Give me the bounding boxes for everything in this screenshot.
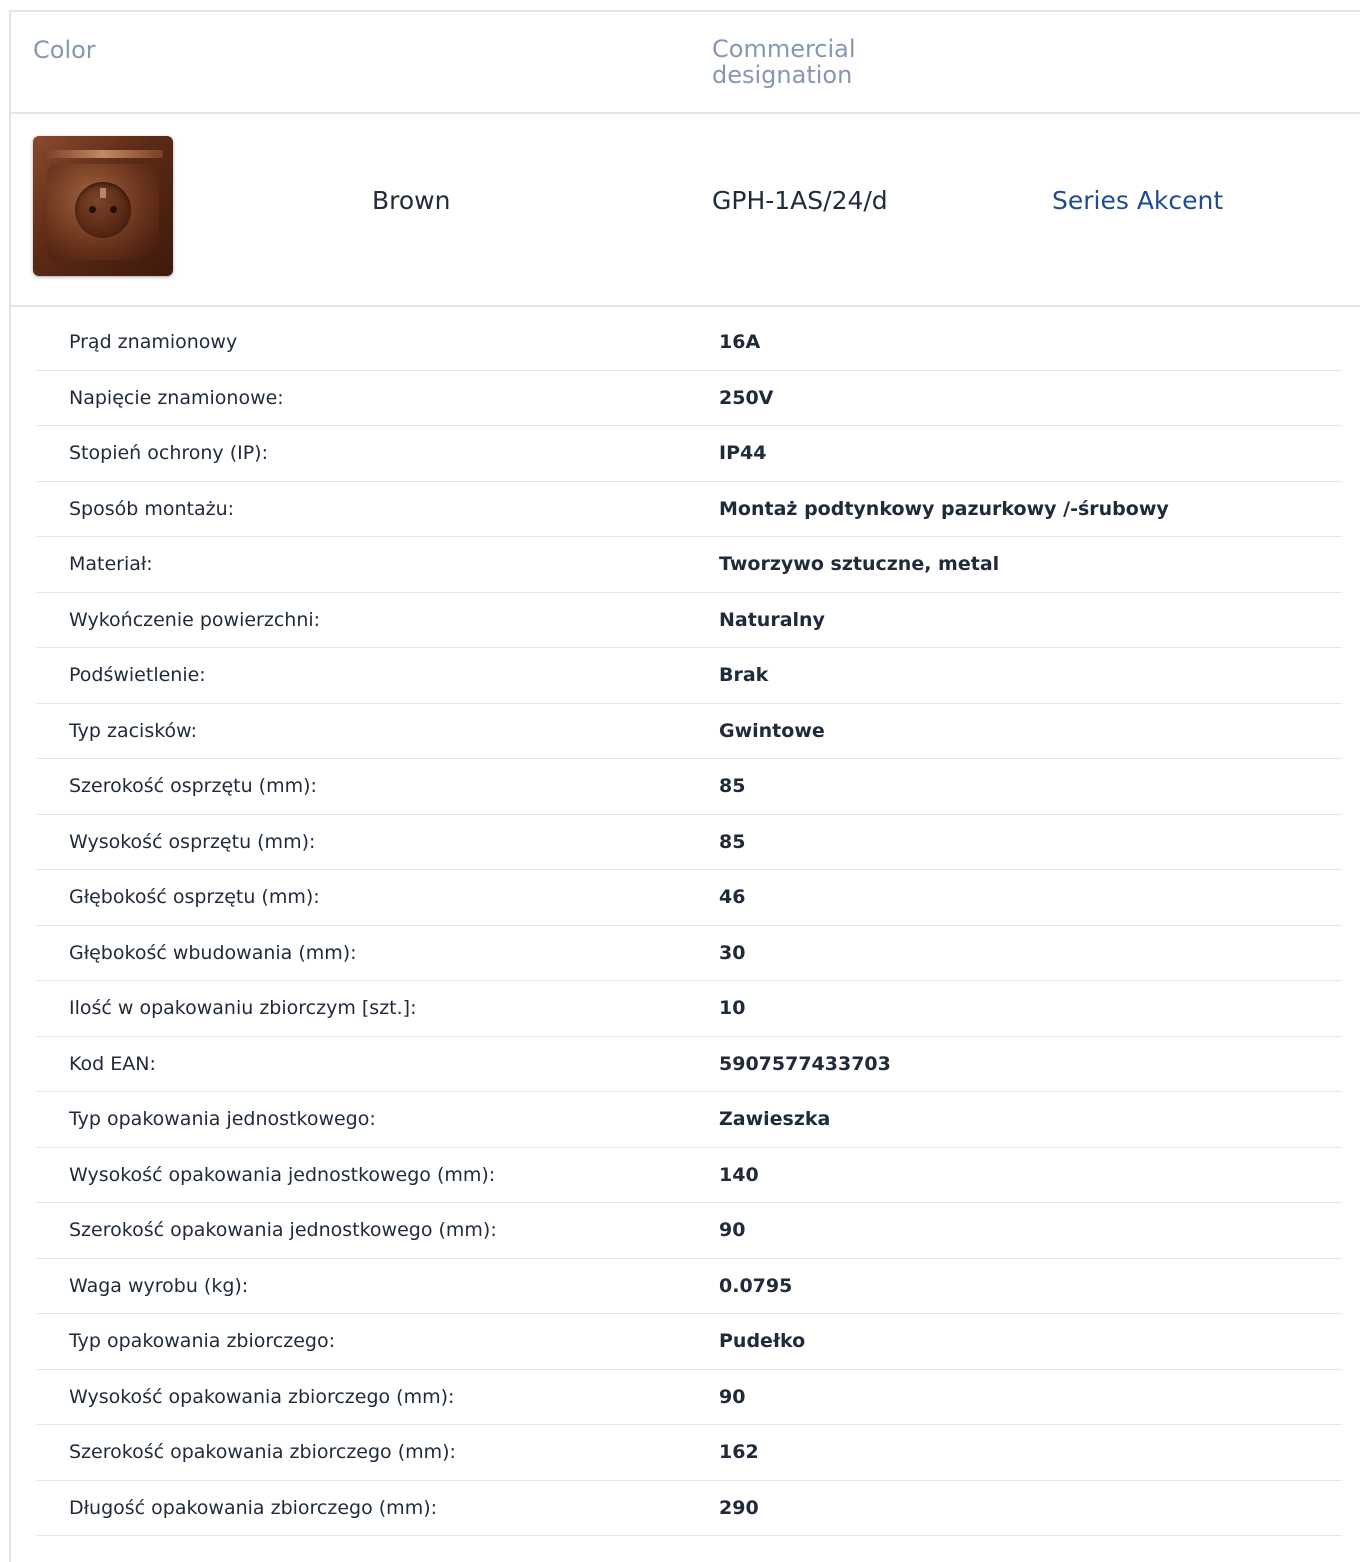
spec-value: 85 (719, 830, 746, 853)
spec-label: Wysokość opakowania jednostkowego (mm): (69, 1163, 496, 1186)
spec-row: Głębokość wbudowania (mm): 30 (36, 926, 1341, 981)
spec-label: Stopień ochrony (IP): (69, 442, 268, 464)
spec-label: Materiał: (69, 553, 153, 575)
spec-value: 5907577433703 (719, 1052, 891, 1075)
spec-value: 290 (719, 1496, 759, 1519)
spec-row: Typ zacisków: Gwintowe (36, 704, 1341, 759)
spec-value: Pudełko (719, 1330, 806, 1352)
spec-value: Naturalny (719, 608, 825, 631)
spec-label: Długość opakowania zbiorczego (mm): (69, 1496, 438, 1519)
spec-label: Typ opakowania zbiorczego: (69, 1330, 335, 1352)
spec-value: 250V (719, 386, 774, 409)
color-column-header: Color (33, 36, 96, 64)
spec-row: Napięcie znamionowe: 250V (36, 371, 1341, 426)
spec-label: Głębokość osprzętu (mm): (69, 886, 320, 908)
spec-value: 0.0795 (719, 1274, 793, 1297)
spec-label: Napięcie znamionowe: (69, 386, 284, 409)
spec-row: Waga wyrobu (kg): 0.0795 (36, 1259, 1341, 1314)
spec-row: Ilość w opakowaniu zbiorczym [szt.]: 10 (36, 981, 1341, 1037)
spec-label: Typ zacisków: (69, 719, 198, 742)
commercial-designation-header: Commercial designation (712, 35, 856, 89)
spec-label: Prąd znamionowy (69, 331, 238, 353)
product-designation: GPH-1AS/24/d (712, 186, 888, 215)
spec-list: Prąd znamionowy 16A Napięcie znamionowe: 25… (36, 315, 1341, 1536)
spec-value: Gwintowe (719, 719, 825, 742)
product-color-name: Brown (372, 186, 451, 215)
spec-value: 90 (719, 1385, 746, 1408)
table-header: Color Commercial designation (11, 12, 1360, 114)
spec-row: Długość opakowania zbiorczego (mm): 290 (36, 1481, 1341, 1536)
spec-row: Szerokość osprzętu (mm): 85 (36, 759, 1341, 815)
spec-row: Wykończenie powierzchni: Naturalny (36, 593, 1341, 648)
spec-label: Szerokość osprzętu (mm): (69, 775, 317, 797)
spec-value: Tworzywo sztuczne, metal (719, 553, 1000, 575)
spec-label: Wysokość opakowania zbiorczego (mm): (69, 1385, 455, 1408)
spec-value: 10 (719, 997, 746, 1019)
spec-value: 30 (719, 941, 746, 964)
socket-thumbnail-icon (33, 136, 173, 276)
spec-label: Sposób montażu: (69, 497, 235, 520)
spec-value: 16A (719, 331, 761, 353)
spec-value: Zawieszka (719, 1108, 831, 1130)
spec-label: Ilość w opakowaniu zbiorczym [szt.]: (69, 997, 417, 1019)
spec-value: 90 (719, 1219, 746, 1241)
spec-value: 162 (719, 1441, 759, 1463)
spec-label: Waga wyrobu (kg): (69, 1274, 249, 1297)
spec-label: Podświetlenie: (69, 664, 206, 686)
spec-value: Montaż podtynkowy pazurkowy /-śrubowy (719, 497, 1169, 520)
spec-row: Głębokość osprzętu (mm): 46 (36, 870, 1341, 926)
spec-label: Wysokość osprzętu (mm): (69, 830, 316, 853)
spec-label: Wykończenie powierzchni: (69, 608, 321, 631)
spec-label: Szerokość opakowania zbiorczego (mm): (69, 1441, 456, 1463)
spec-label: Kod EAN: (69, 1052, 156, 1075)
spec-row: Prąd znamionowy 16A (36, 315, 1341, 371)
spec-row: Typ opakowania jednostkowego: Zawieszka (36, 1092, 1341, 1148)
spec-row: Wysokość osprzętu (mm): 85 (36, 815, 1341, 870)
spec-value: 140 (719, 1163, 759, 1186)
series-link[interactable]: Series Akcent (1052, 186, 1223, 215)
spec-row: Typ opakowania zbiorczego: Pudełko (36, 1314, 1341, 1370)
spec-row: Sposób montażu: Montaż podtynkowy pazurko… (36, 482, 1341, 537)
spec-row: Podświetlenie: Brak (36, 648, 1341, 704)
spec-row: Materiał: Tworzywo sztuczne, metal (36, 537, 1341, 593)
spec-row: Wysokość opakowania zbiorczego (mm): 90 (36, 1370, 1341, 1425)
spec-label: Szerokość opakowania jednostkowego (mm): (69, 1219, 497, 1241)
spec-value: IP44 (719, 442, 767, 464)
spec-value: Brak (719, 664, 769, 686)
spec-row: Wysokość opakowania jednostkowego (mm): 1… (36, 1148, 1341, 1203)
spec-label: Typ opakowania jednostkowego: (69, 1108, 376, 1130)
spec-value: 46 (719, 886, 746, 908)
spec-row: Szerokość opakowania zbiorczego (mm): 162 (36, 1425, 1341, 1481)
spec-value: 85 (719, 775, 746, 797)
spec-row: Szerokość opakowania jednostkowego (mm):… (36, 1203, 1341, 1259)
product-row: Brown GPH-1AS/24/d Series Akcent (11, 112, 1360, 307)
spec-row: Kod EAN: 5907577433703 (36, 1037, 1341, 1092)
spec-row: Stopień ochrony (IP): IP44 (36, 426, 1341, 482)
spec-label: Głębokość wbudowania (mm): (69, 941, 357, 964)
